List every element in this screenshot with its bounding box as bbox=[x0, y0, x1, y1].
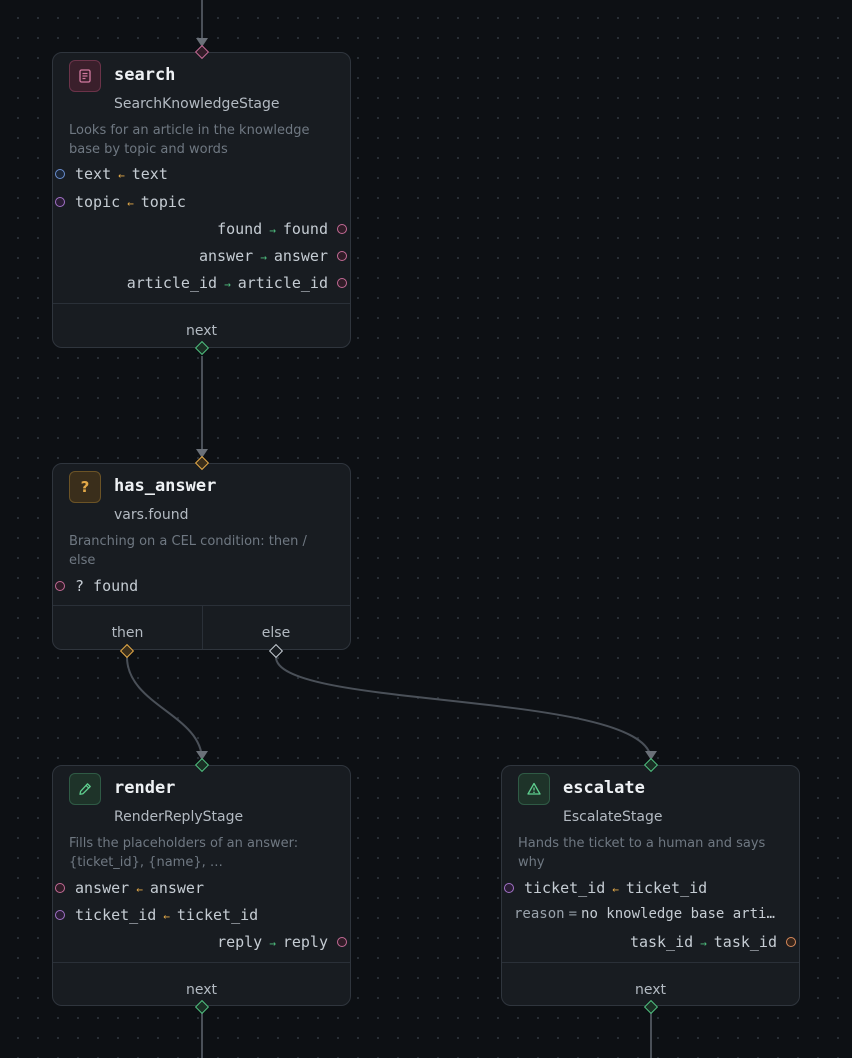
port-source: reply bbox=[217, 933, 263, 951]
node-title: escalate bbox=[563, 778, 645, 798]
port-dot[interactable] bbox=[337, 251, 347, 261]
node-title: search bbox=[114, 65, 176, 85]
input-port-answer[interactable]: answer ← answer bbox=[53, 879, 350, 899]
arrow-out-icon: → bbox=[260, 251, 267, 264]
node-subtitle: vars.found bbox=[114, 507, 189, 523]
port-target: topic bbox=[140, 193, 186, 211]
port-source: found bbox=[217, 220, 263, 238]
port-dot[interactable] bbox=[55, 169, 65, 179]
node-subtitle: EscalateStage bbox=[563, 809, 663, 825]
article-icon bbox=[69, 60, 101, 92]
port-dot[interactable] bbox=[504, 883, 514, 893]
port-target: ticket_id bbox=[176, 906, 259, 924]
arrow-out-icon: → bbox=[224, 278, 231, 291]
port-source: text bbox=[75, 165, 112, 183]
port-target: text bbox=[131, 165, 168, 183]
node-description: Looks for an article in the knowledge ba… bbox=[69, 123, 310, 157]
divider bbox=[53, 962, 350, 963]
input-port-ticket-id[interactable]: ticket_id ← ticket_id bbox=[53, 906, 350, 926]
node-subtitle: SearchKnowledgeStage bbox=[114, 96, 280, 112]
next-output-label: next bbox=[634, 982, 666, 998]
edge-else-to-escalate[interactable] bbox=[275, 656, 652, 761]
port-source: ticket_id bbox=[75, 906, 157, 924]
arrow-out-icon: → bbox=[700, 937, 707, 950]
output-port-reply[interactable]: reply → reply bbox=[53, 933, 350, 953]
node-description: Fills the placeholders of an answer: {ti… bbox=[69, 836, 299, 870]
node-description: Branching on a CEL condition: then / els… bbox=[69, 534, 307, 568]
node-title: has_answer bbox=[114, 476, 217, 496]
arrow-in-icon: ← bbox=[163, 910, 170, 923]
node-render[interactable]: render RenderReplyStage Fills the placeh… bbox=[52, 757, 351, 1015]
divider bbox=[502, 962, 799, 963]
port-dot[interactable] bbox=[337, 278, 347, 288]
node-has-answer[interactable]: ? has_answer vars.found Branching on a C… bbox=[52, 455, 351, 659]
port-source: answer bbox=[199, 247, 254, 265]
then-output-label: then bbox=[111, 625, 144, 641]
port-target: answer bbox=[273, 247, 328, 265]
param-value: no knowledge base arti… bbox=[581, 906, 775, 922]
param-key: reason bbox=[514, 906, 565, 922]
question-icon: ? bbox=[69, 471, 101, 503]
port-target: ticket_id bbox=[625, 879, 708, 897]
node-subtitle: RenderReplyStage bbox=[114, 809, 244, 825]
port-target: article_id bbox=[237, 274, 328, 292]
port-dot[interactable] bbox=[337, 937, 347, 947]
arrow-out-icon: → bbox=[269, 224, 276, 237]
else-output-label: else bbox=[261, 625, 291, 641]
arrow-in-icon: ← bbox=[612, 883, 619, 896]
port-dot[interactable] bbox=[337, 224, 347, 234]
port-target: reply bbox=[282, 933, 328, 951]
static-param-reason: reason = no knowledge base arti… bbox=[502, 906, 799, 926]
input-port-text[interactable]: text ← text bbox=[53, 165, 350, 185]
next-output-label: next bbox=[185, 982, 217, 998]
arrow-in-icon: ← bbox=[127, 197, 134, 210]
port-target: answer bbox=[149, 879, 204, 897]
port-dot[interactable] bbox=[55, 883, 65, 893]
port-dot[interactable] bbox=[55, 581, 65, 591]
param-eq: = bbox=[568, 906, 578, 922]
divider bbox=[53, 303, 350, 304]
condition-port-found[interactable]: ? found bbox=[53, 577, 350, 597]
condition-text: ? found bbox=[75, 577, 139, 595]
port-target: task_id bbox=[713, 933, 777, 951]
pencil-icon bbox=[69, 773, 101, 805]
arrow-in-icon: ← bbox=[118, 169, 125, 182]
port-source: article_id bbox=[126, 274, 218, 292]
node-description: Hands the ticket to a human and says why bbox=[518, 836, 766, 870]
port-dot[interactable] bbox=[786, 937, 796, 947]
next-output-label: next bbox=[185, 323, 217, 339]
input-port-ticket-id[interactable]: ticket_id ← ticket_id bbox=[502, 879, 799, 899]
node-title: render bbox=[114, 778, 176, 798]
output-port-article-id[interactable]: article_id → article_id bbox=[53, 274, 350, 294]
output-port-task-id[interactable]: task_id → task_id bbox=[502, 933, 799, 953]
port-target: found bbox=[282, 220, 328, 238]
output-port-found[interactable]: found → found bbox=[53, 220, 350, 240]
arrow-out-icon: → bbox=[269, 937, 276, 950]
port-source: topic bbox=[75, 193, 121, 211]
output-port-answer[interactable]: answer → answer bbox=[53, 247, 350, 267]
node-escalate[interactable]: escalate EscalateStage Hands the ticket … bbox=[501, 757, 800, 1015]
port-dot[interactable] bbox=[55, 197, 65, 207]
port-source: ticket_id bbox=[524, 879, 606, 897]
node-search[interactable]: search SearchKnowledgeStage Looks for an… bbox=[52, 44, 351, 356]
edge-then-to-render[interactable] bbox=[126, 656, 203, 761]
arrow-in-icon: ← bbox=[136, 883, 143, 896]
input-port-topic[interactable]: topic ← topic bbox=[53, 193, 350, 213]
port-source: answer bbox=[75, 879, 130, 897]
warning-icon bbox=[518, 773, 550, 805]
port-source: task_id bbox=[629, 933, 694, 951]
port-dot[interactable] bbox=[55, 910, 65, 920]
